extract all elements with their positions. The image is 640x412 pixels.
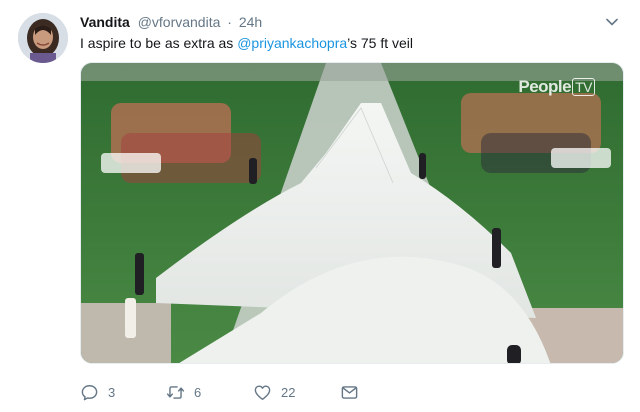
- retweet-icon: [166, 385, 185, 399]
- watermark-tv: TV: [572, 78, 595, 96]
- reply-icon: [81, 384, 98, 400]
- meta-separator: ·: [227, 14, 232, 30]
- retweet-count: 6: [194, 384, 202, 400]
- tweet-timestamp[interactable]: 24h: [239, 14, 262, 30]
- tweet-media-image[interactable]: People TV: [80, 62, 624, 364]
- wedding-veil-photo: [81, 63, 623, 363]
- chevron-down-icon[interactable]: [604, 14, 620, 30]
- tweet-card: Vandita @vforvandita · 24h I aspire to b…: [0, 0, 640, 412]
- heart-icon: [254, 384, 271, 400]
- direct-message-button[interactable]: [340, 380, 368, 404]
- people-tv-watermark: People TV: [518, 77, 595, 97]
- like-count: 22: [281, 384, 296, 400]
- like-button[interactable]: 22: [253, 380, 295, 404]
- retweet-button[interactable]: 6: [166, 380, 201, 404]
- avatar[interactable]: [18, 13, 68, 63]
- tweet-text: I aspire to be as extra as @priyankachop…: [80, 33, 413, 53]
- reply-count: 3: [108, 384, 116, 400]
- author-handle[interactable]: @vforvandita: [138, 14, 221, 30]
- mention-link[interactable]: @priyankachopra: [237, 35, 347, 51]
- watermark-brand: People: [518, 77, 572, 96]
- reply-button[interactable]: 3: [80, 380, 115, 404]
- envelope-icon: [341, 385, 358, 399]
- tweet-header: Vandita @vforvandita · 24h: [80, 12, 620, 32]
- tweet-text-start: I aspire to be as extra as: [80, 35, 238, 51]
- tweet-text-end: ’s 75 ft veil: [347, 35, 414, 51]
- tweet-actions: 3 6 22: [80, 380, 440, 404]
- author-name[interactable]: Vandita: [80, 14, 130, 30]
